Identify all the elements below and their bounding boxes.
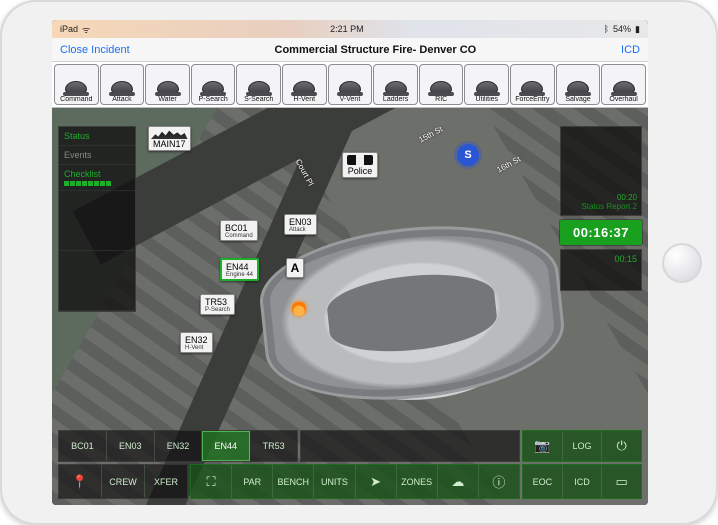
unit-bc01[interactable]: BC01Command — [220, 220, 258, 241]
helmet-icon — [65, 81, 87, 95]
tab-status[interactable]: Status — [59, 127, 135, 146]
helmet-icon — [248, 81, 270, 95]
roles-bar: Command Attack Water P-Search S-Search H… — [52, 62, 648, 108]
toolbar-right-2: EOC ICD ▭ — [522, 464, 642, 499]
helmet-icon — [293, 81, 315, 95]
toolbar-right-1: 📷 LOG ⏻ — [522, 430, 642, 462]
street-label-15th: 15th St — [417, 125, 444, 145]
right-panel: 00:20 Status Report 2 00:16:37 00:15 — [560, 126, 642, 291]
unit-btn-bc01[interactable]: BC01 — [59, 431, 107, 461]
toolbar-mid-2: ⛶ PAR BENCH UNITS ➤ ZONES ☁ ⓘ — [190, 464, 520, 499]
unit-en03[interactable]: EN03Attack — [284, 214, 317, 235]
skyline-icon — [151, 127, 188, 139]
helmet-icon — [476, 81, 498, 95]
role-forceentry[interactable]: ForceEntry — [510, 64, 555, 105]
toolbar-left-2: 📍 CREW XFER — [58, 464, 188, 499]
helmet-icon — [521, 81, 543, 95]
marker-a[interactable]: A — [286, 258, 304, 278]
secondary-timer[interactable]: 00:15 — [560, 249, 642, 291]
bluetooth-icon: ᛒ — [604, 24, 609, 34]
incident-map[interactable]: Court Pl 15th St 16th St S MAIN17 Police… — [52, 108, 648, 505]
ios-statusbar: iPad ᯤ 2:21 PM ᛒ 54% ▮ — [52, 20, 648, 38]
par-button[interactable]: PAR — [232, 465, 273, 498]
wifi-icon: ᯤ — [82, 23, 90, 36]
unit-police[interactable]: Police — [342, 152, 378, 178]
fire-icon — [292, 300, 306, 316]
icd-button[interactable]: ICD — [563, 465, 603, 498]
helmet-icon — [567, 81, 589, 95]
power-button[interactable]: ⏻ — [602, 431, 641, 461]
info-button[interactable]: ⓘ — [479, 465, 519, 498]
eoc-button[interactable]: EOC — [523, 465, 563, 498]
icd-link[interactable]: ICD — [621, 44, 640, 56]
role-overhaul[interactable]: Overhaul — [601, 64, 646, 105]
battery-label: 54% — [613, 24, 631, 34]
role-utilities[interactable]: Utilities — [464, 64, 509, 105]
bench-button[interactable]: BENCH — [273, 465, 314, 498]
unit-btn-en44[interactable]: EN44 — [202, 431, 250, 461]
unit-tr53[interactable]: TR53P-Search — [200, 294, 235, 315]
street-label-16th: 16th St — [495, 155, 522, 175]
camera-button[interactable]: 📷 — [523, 431, 563, 461]
org-button[interactable]: ⛶ — [191, 465, 232, 498]
helmet-icon — [111, 81, 133, 95]
bottom-toolbar: BC01 EN03 EN32 EN44 TR53 📷 LOG ⏻ — [58, 430, 642, 499]
unit-btn-en32[interactable]: EN32 — [155, 431, 203, 461]
page-title: Commercial Structure Fire- Denver CO — [275, 44, 477, 56]
helmet-icon — [430, 81, 452, 95]
left-panel: Status Events Checklist — [58, 126, 136, 312]
staging-marker[interactable]: S — [457, 144, 479, 166]
unit-en44[interactable]: EN44Engine 44 — [220, 258, 259, 281]
role-attack[interactable]: Attack — [100, 64, 145, 105]
book-button[interactable]: ▭ — [602, 465, 641, 498]
toolbar-spacer — [300, 430, 520, 462]
status-report-box[interactable]: 00:20 Status Report 2 — [560, 126, 642, 216]
crew-button[interactable]: CREW — [102, 465, 145, 498]
helmet-icon — [385, 81, 407, 95]
elapsed-timer[interactable]: 00:16:37 — [560, 220, 642, 245]
role-salvage[interactable]: Salvage — [556, 64, 601, 105]
pin-button[interactable]: 📍 — [59, 465, 102, 498]
checklist-progress — [64, 181, 130, 186]
tab-checklist[interactable]: Checklist — [59, 165, 135, 191]
units-button[interactable]: UNITS — [314, 465, 355, 498]
helmet-icon — [613, 81, 635, 95]
send-button[interactable]: ➤ — [356, 465, 397, 498]
role-command[interactable]: Command — [54, 64, 99, 105]
helmet-icon — [339, 81, 361, 95]
weather-button[interactable]: ☁ — [438, 465, 479, 498]
role-psearch[interactable]: P-Search — [191, 64, 236, 105]
role-ric[interactable]: RIC — [419, 64, 464, 105]
clock: 2:21 PM — [330, 24, 364, 34]
panel-body — [59, 251, 135, 311]
unit-btn-en03[interactable]: EN03 — [107, 431, 155, 461]
app-screen: iPad ᯤ 2:21 PM ᛒ 54% ▮ Close Incident Co… — [52, 20, 648, 505]
role-water[interactable]: Water — [145, 64, 190, 105]
role-ladders[interactable]: Ladders — [373, 64, 418, 105]
panel-body — [59, 191, 135, 251]
ipad-device: iPad ᯤ 2:21 PM ᛒ 54% ▮ Close Incident Co… — [0, 0, 718, 525]
nav-bar: Close Incident Commercial Structure Fire… — [52, 38, 648, 62]
tab-events[interactable]: Events — [59, 146, 135, 165]
zones-button[interactable]: ZONES — [397, 465, 438, 498]
unit-selector: BC01 EN03 EN32 EN44 TR53 — [58, 430, 298, 462]
home-button[interactable] — [662, 243, 702, 283]
unit-en32[interactable]: EN32H-Vent — [180, 332, 213, 353]
unit-main17[interactable]: MAIN17 — [148, 126, 191, 151]
police-car-icon — [347, 155, 373, 165]
close-incident-button[interactable]: Close Incident — [60, 44, 130, 56]
helmet-icon — [202, 81, 224, 95]
log-button[interactable]: LOG — [563, 431, 603, 461]
role-vvent[interactable]: V-Vent — [328, 64, 373, 105]
battery-icon: ▮ — [635, 24, 640, 35]
helmet-icon — [157, 81, 179, 95]
role-ssearch[interactable]: S-Search — [236, 64, 281, 105]
role-hvent[interactable]: H-Vent — [282, 64, 327, 105]
xfer-button[interactable]: XFER — [145, 465, 187, 498]
carrier-label: iPad — [60, 24, 78, 34]
unit-btn-tr53[interactable]: TR53 — [250, 431, 297, 461]
